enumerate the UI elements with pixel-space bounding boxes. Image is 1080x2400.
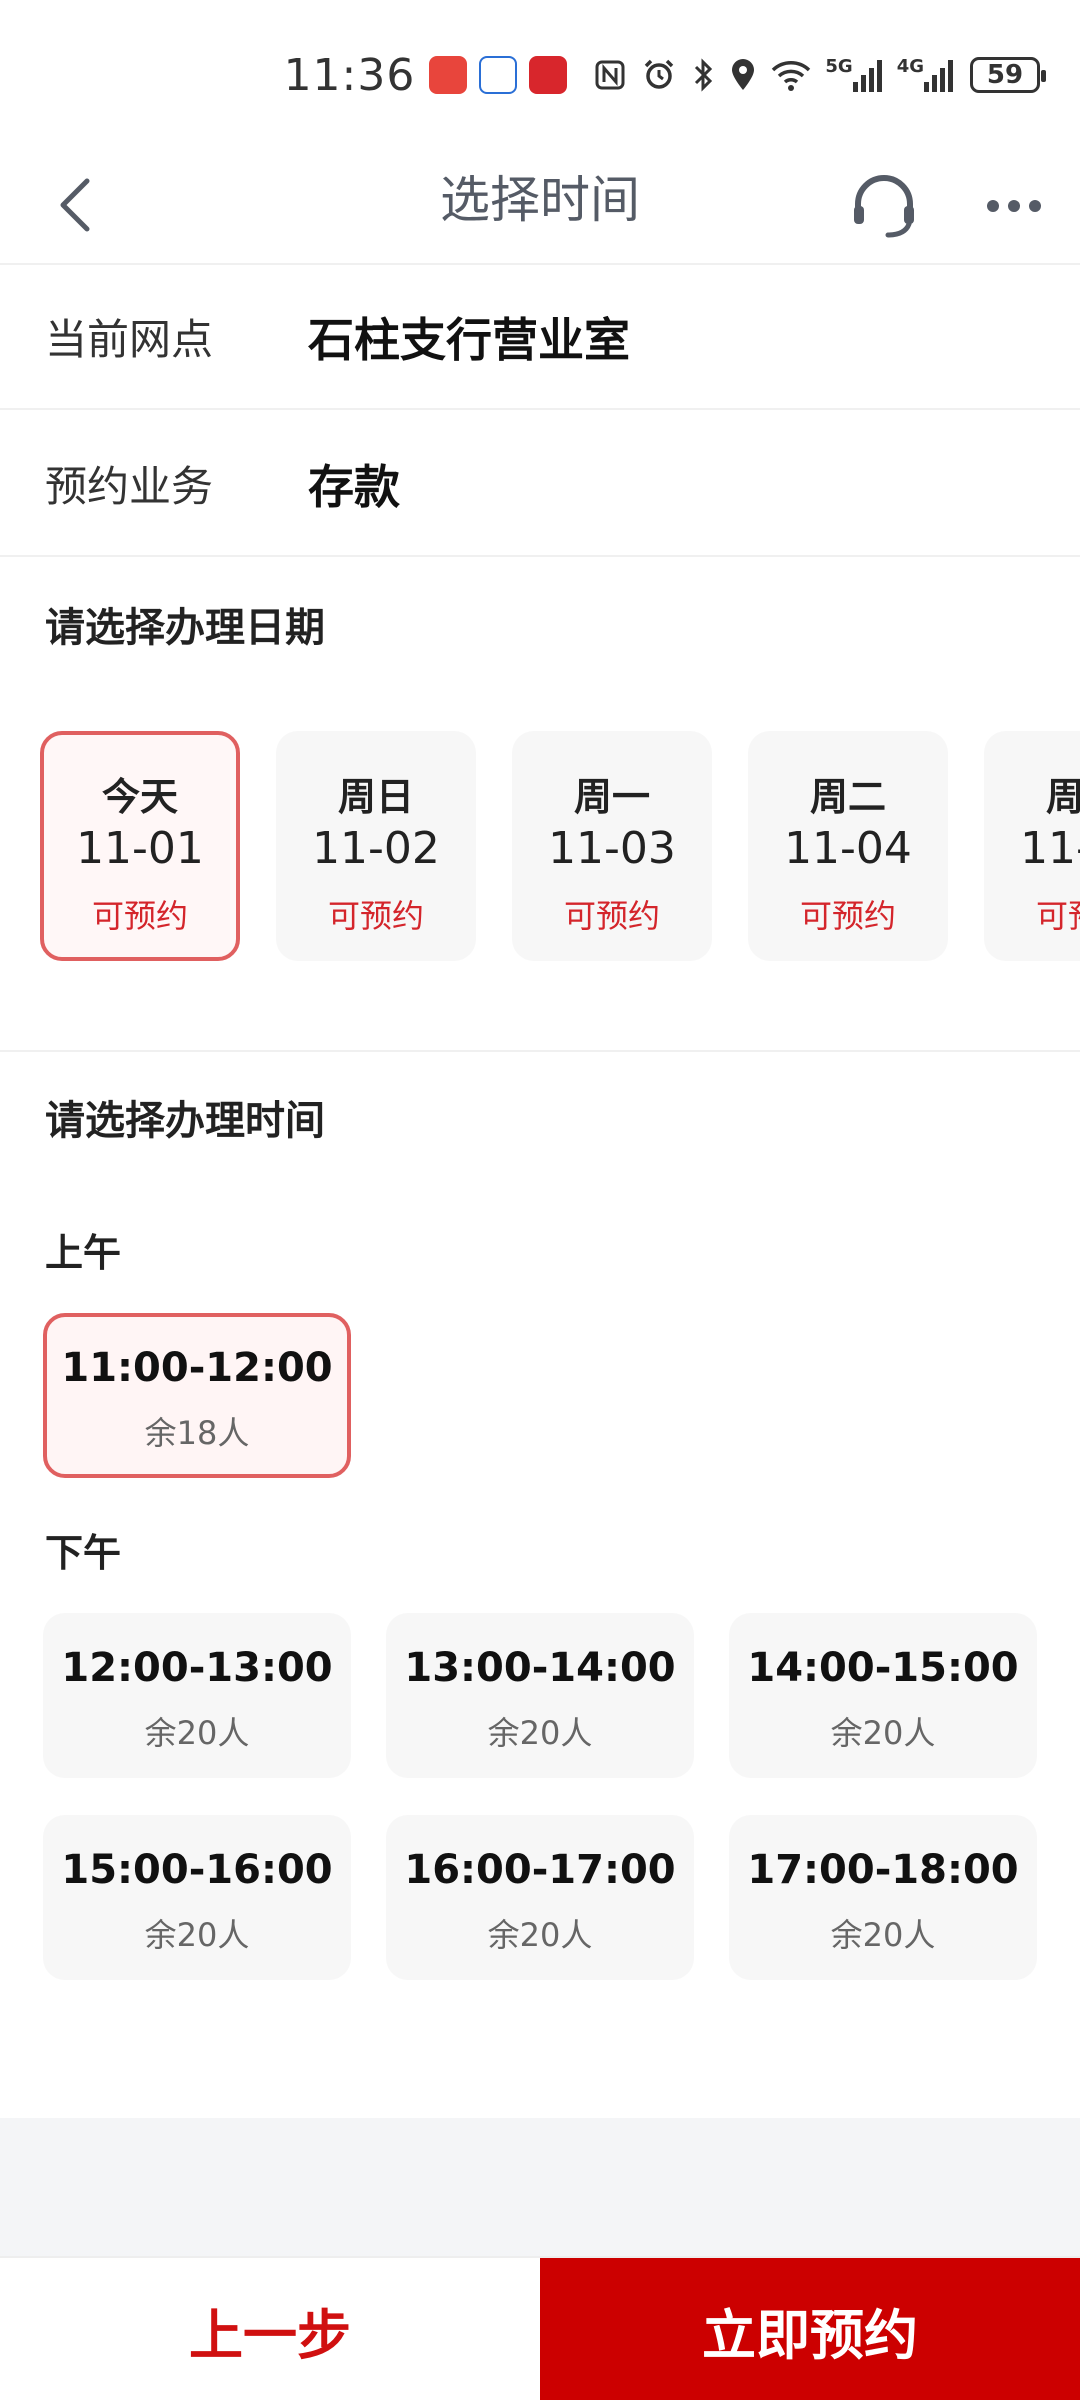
time-slot[interactable]: 12:00-13:00 余20人 bbox=[43, 1613, 351, 1778]
slot-remaining: 余20人 bbox=[487, 1916, 593, 1954]
date-day: 周二 bbox=[809, 775, 886, 819]
date-date: 11-05 bbox=[1020, 823, 1080, 874]
bluetooth-icon bbox=[691, 57, 715, 93]
headset-icon bbox=[854, 175, 914, 238]
date-day: 周日 bbox=[337, 775, 414, 819]
slot-time: 16:00-17:00 bbox=[404, 1847, 676, 1893]
more-options-button[interactable] bbox=[978, 170, 1050, 242]
time-slot[interactable]: 14:00-15:00 余20人 bbox=[729, 1613, 1037, 1778]
morning-label: 上午 bbox=[45, 1231, 122, 1275]
wifi-icon bbox=[771, 58, 811, 92]
branch-value: 石柱支行营业室 bbox=[308, 312, 630, 367]
signal-5g-label: 5G bbox=[825, 55, 853, 77]
afternoon-label: 下午 bbox=[45, 1531, 122, 1575]
battery-indicator: 59 bbox=[970, 57, 1046, 93]
date-card[interactable]: 周三 11-05 可预约 bbox=[984, 731, 1080, 961]
date-status: 可预约 bbox=[799, 897, 896, 935]
app-icon-1 bbox=[429, 56, 468, 94]
slot-remaining: 余20人 bbox=[144, 1714, 250, 1752]
nfc-icon bbox=[593, 58, 627, 92]
status-bar: 11:36 5G 4G 59 bbox=[0, 0, 1080, 150]
time-slot[interactable]: 17:00-18:00 余20人 bbox=[729, 1815, 1037, 1980]
slot-time: 11:00-12:00 bbox=[61, 1345, 333, 1391]
date-status: 可预约 bbox=[1035, 897, 1080, 935]
date-section-title: 请选择办理日期 bbox=[45, 605, 325, 651]
time-slot[interactable]: 15:00-16:00 余20人 bbox=[43, 1815, 351, 1980]
business-row: 预约业务 存款 bbox=[0, 412, 1080, 557]
time-slot[interactable]: 13:00-14:00 余20人 bbox=[386, 1613, 694, 1778]
branch-row: 当前网点 石柱支行营业室 bbox=[0, 265, 1080, 410]
slot-remaining: 余20人 bbox=[830, 1916, 936, 1954]
date-date: 11-02 bbox=[312, 823, 440, 874]
date-strip[interactable]: 今天 11-01 可预约 周日 11-02 可预约 周一 11-03 可预约 周… bbox=[0, 728, 1080, 964]
slot-remaining: 余20人 bbox=[487, 1714, 593, 1752]
time-slot[interactable]: 16:00-17:00 余20人 bbox=[386, 1815, 694, 1980]
more-dot-icon bbox=[1008, 200, 1020, 212]
bottom-action-bar: 上一步 立即预约 bbox=[0, 2256, 1080, 2400]
status-time: 11:36 bbox=[283, 49, 416, 101]
date-status: 可预约 bbox=[327, 897, 424, 935]
slot-time: 17:00-18:00 bbox=[747, 1847, 1019, 1893]
slot-time: 15:00-16:00 bbox=[61, 1847, 333, 1893]
signal-4g-label: 4G bbox=[896, 55, 924, 77]
customer-service-button[interactable] bbox=[848, 170, 920, 242]
signal-4g-icon: 4G bbox=[896, 55, 954, 92]
time-slot[interactable]: 11:00-12:00 余18人 bbox=[43, 1313, 351, 1478]
date-card[interactable]: 今天 11-01 可预约 bbox=[40, 731, 240, 961]
nav-header: 选择时间 bbox=[0, 150, 1080, 265]
date-card[interactable]: 周日 11-02 可预约 bbox=[276, 731, 476, 961]
date-date: 11-01 bbox=[76, 823, 204, 874]
slot-time: 12:00-13:00 bbox=[61, 1645, 333, 1691]
more-dot-icon bbox=[1029, 200, 1041, 212]
slot-remaining: 余20人 bbox=[144, 1916, 250, 1954]
date-day: 周一 bbox=[573, 775, 650, 819]
alarm-icon bbox=[641, 57, 677, 93]
more-dot-icon bbox=[987, 200, 999, 212]
slot-time: 13:00-14:00 bbox=[404, 1645, 676, 1691]
date-card[interactable]: 周二 11-04 可预约 bbox=[748, 731, 948, 961]
app-icon-3 bbox=[529, 56, 568, 94]
slot-time: 14:00-15:00 bbox=[747, 1645, 1019, 1691]
slot-remaining: 余20人 bbox=[830, 1714, 936, 1752]
branch-label: 当前网点 bbox=[45, 315, 214, 364]
date-day: 今天 bbox=[101, 775, 178, 819]
business-value: 存款 bbox=[308, 459, 400, 514]
slot-remaining: 余18人 bbox=[144, 1414, 250, 1452]
date-date: 11-03 bbox=[548, 823, 676, 874]
date-status: 可预约 bbox=[91, 897, 188, 935]
business-label: 预约业务 bbox=[45, 462, 214, 511]
app-icon-2 bbox=[479, 56, 518, 94]
date-day: 周三 bbox=[1045, 775, 1080, 819]
signal-5g-icon: 5G bbox=[825, 55, 882, 92]
book-now-button[interactable]: 立即预约 bbox=[540, 2258, 1080, 2400]
page-footer-spacer bbox=[0, 2118, 1080, 2256]
date-card[interactable]: 周一 11-03 可预约 bbox=[512, 731, 712, 961]
date-status: 可预约 bbox=[563, 897, 660, 935]
date-date: 11-04 bbox=[784, 823, 912, 874]
previous-step-button[interactable]: 上一步 bbox=[0, 2258, 540, 2400]
section-divider bbox=[0, 1050, 1080, 1052]
battery-level: 59 bbox=[986, 60, 1024, 90]
time-section-title: 请选择办理时间 bbox=[45, 1098, 325, 1144]
location-icon bbox=[729, 57, 757, 93]
